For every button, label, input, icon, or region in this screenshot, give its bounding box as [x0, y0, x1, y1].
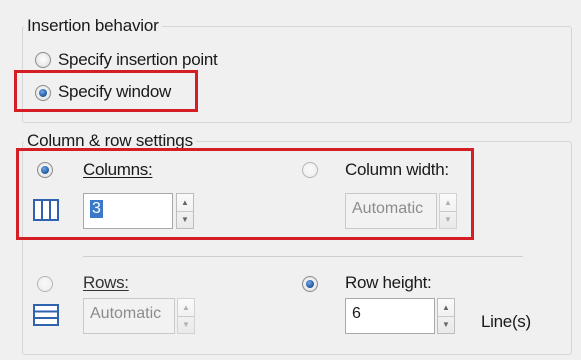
specify-insertion-point-radio[interactable] [35, 52, 51, 68]
rows-input[interactable]: Automatic [83, 298, 175, 334]
rows-radio[interactable] [37, 276, 53, 292]
rows-up-button[interactable]: ▲ [178, 299, 194, 317]
columns-value: 3 [90, 200, 103, 218]
columns-label[interactable]: Columns: [83, 160, 153, 180]
insertion-behavior-title: Insertion behavior [24, 16, 162, 36]
rows-icon [33, 304, 59, 331]
column-width-up-button[interactable]: ▲ [440, 194, 456, 212]
rows-label[interactable]: Rows: [83, 273, 129, 293]
column-width-radio[interactable] [302, 162, 318, 178]
columns-radio[interactable] [37, 162, 53, 178]
row-height-input[interactable]: 6 [345, 298, 435, 334]
rows-down-button[interactable]: ▼ [178, 316, 194, 333]
specify-window-label[interactable]: Specify window [58, 82, 171, 102]
specify-window-radio[interactable] [35, 85, 51, 101]
column-width-down-button[interactable]: ▼ [440, 211, 456, 228]
settings-divider [83, 256, 523, 257]
rows-stepper[interactable]: ▲ ▼ [177, 298, 195, 334]
column-width-input[interactable]: Automatic [345, 193, 437, 229]
row-height-unit: Line(s) [481, 312, 531, 331]
columns-icon [33, 199, 59, 226]
columns-input[interactable]: 3 [83, 193, 173, 229]
row-height-radio[interactable] [302, 276, 318, 292]
row-height-down-button[interactable]: ▼ [438, 316, 454, 333]
specify-window-text: Specify window [58, 82, 171, 101]
row-height-stepper[interactable]: ▲ ▼ [437, 298, 455, 334]
specify-insertion-point-label[interactable]: Specify insertion point [58, 50, 218, 70]
column-width-label[interactable]: Column width: [345, 160, 449, 180]
columns-up-button[interactable]: ▲ [177, 194, 193, 212]
columns-stepper[interactable]: ▲ ▼ [176, 193, 194, 229]
column-width-stepper[interactable]: ▲ ▼ [439, 193, 457, 229]
row-height-label[interactable]: Row height: [345, 273, 432, 293]
row-height-up-button[interactable]: ▲ [438, 299, 454, 317]
columns-down-button[interactable]: ▼ [177, 211, 193, 228]
